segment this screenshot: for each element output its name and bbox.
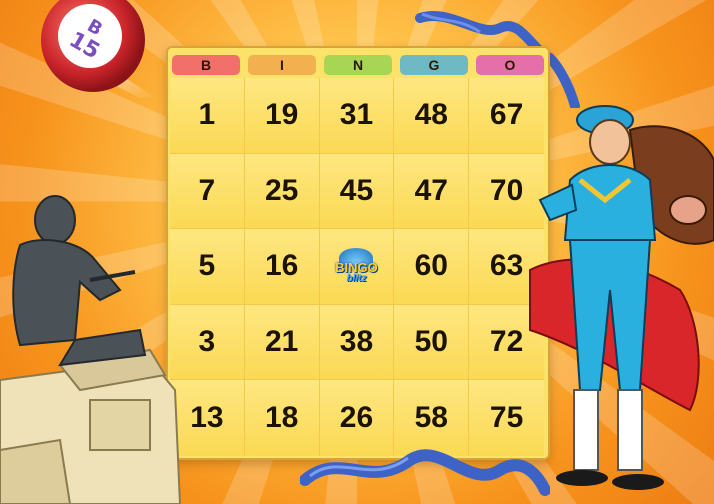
bingo-blitz-logo: BINGO blitz (335, 248, 378, 284)
cell-i2[interactable]: 25 (244, 153, 320, 230)
header-i: I (248, 55, 316, 75)
header-n: N (324, 55, 392, 75)
cell-g4[interactable]: 50 (394, 304, 470, 381)
header-g: G (400, 55, 468, 75)
cell-n4[interactable]: 38 (319, 304, 395, 381)
cell-i4[interactable]: 21 (244, 304, 320, 381)
bingo-card: B I N G O 1 19 31 48 67 7 25 45 47 70 5 … (166, 46, 550, 460)
cell-i3[interactable]: 16 (244, 229, 320, 305)
cell-n2[interactable]: 45 (319, 153, 395, 230)
bingo-grid: 1 19 31 48 67 7 25 45 47 70 5 16 BINGO b… (170, 78, 544, 456)
matador-illustration (529, 105, 714, 490)
cell-g2[interactable]: 47 (394, 153, 470, 230)
cell-i1[interactable]: 19 (244, 78, 320, 154)
drawn-bingo-ball: B 15 (41, 0, 156, 98)
header-o: O (476, 55, 544, 75)
cell-g1[interactable]: 48 (394, 78, 470, 154)
cell-b1[interactable]: 1 (170, 78, 245, 154)
bingo-header: B I N G O (168, 52, 548, 78)
statue-illustration (0, 195, 182, 504)
logo-subtitle: blitz (346, 273, 367, 285)
free-space: BINGO blitz (319, 229, 395, 305)
cell-g3[interactable]: 60 (394, 229, 470, 305)
cell-n1[interactable]: 31 (319, 78, 395, 154)
header-b: B (172, 55, 240, 75)
